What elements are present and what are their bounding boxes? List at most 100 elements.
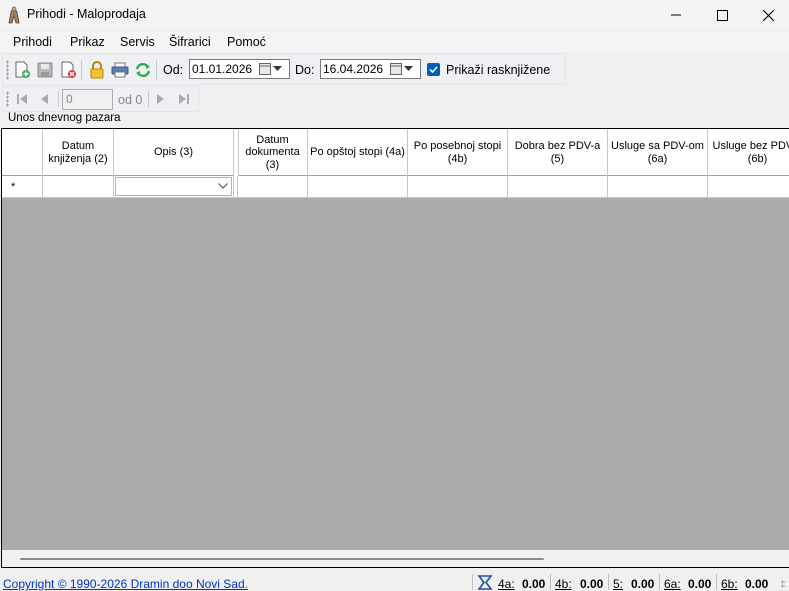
to-date-value: 16.04.2026 [323, 62, 384, 76]
status-separator [550, 574, 551, 590]
cell-posebna-stopa[interactable] [408, 176, 508, 198]
menu-prikaz[interactable]: Prikaz [70, 35, 105, 49]
menu-pomoc[interactable]: Pomoć [227, 35, 266, 49]
chevron-down-icon [218, 183, 228, 189]
next-record-button[interactable] [150, 89, 170, 109]
column-header-usluge-bez-pdv[interactable]: Usluge bez PDV-a (6b) [708, 129, 789, 176]
total-4b-label: 4b: [555, 577, 572, 591]
window-title: Prihodi - Maloprodaja [27, 7, 146, 21]
total-6a-label: 6a: [664, 577, 681, 591]
calendar-icon [390, 63, 402, 75]
refresh-icon [135, 62, 151, 78]
lock-icon [90, 61, 104, 79]
next-record-icon [157, 94, 164, 104]
print-icon [111, 62, 129, 78]
toolbar-grip[interactable] [6, 60, 9, 80]
menu-servis[interactable]: Servis [120, 35, 155, 49]
total-4a-value: 0.00 [522, 577, 546, 591]
to-date-picker[interactable]: 16.04.2026 [320, 59, 421, 79]
app-figure-icon [8, 6, 20, 24]
resize-grip[interactable] [781, 580, 785, 588]
status-separator [716, 574, 717, 590]
new-row[interactable]: * [2, 176, 789, 198]
new-button[interactable] [12, 60, 32, 80]
column-header-posebna-stopa[interactable]: Po posebnoj stopi (4b) [408, 129, 508, 176]
toolbar-separator [156, 60, 157, 80]
chevron-down-icon [273, 66, 282, 71]
new-document-icon [15, 61, 30, 78]
minimize-icon [671, 14, 681, 16]
to-date-label: Do: [295, 63, 315, 77]
delete-button[interactable] [58, 60, 78, 80]
new-row-marker: * [2, 176, 43, 198]
copyright-link[interactable]: Copyright © 1990-2026 Dramin doo Novi Sa… [3, 577, 248, 591]
total-5-value: 0.00 [631, 577, 655, 591]
record-count-label: od 0 [118, 93, 143, 107]
toolbar-separator [148, 91, 149, 107]
data-grid[interactable]: Datum knjiženja (2) Opis (3) Datum dokum… [1, 128, 789, 568]
column-header-opsta-stopa[interactable]: Po opštoj stopi (4a) [308, 129, 408, 176]
toolbar-separator [58, 91, 59, 107]
close-button[interactable] [745, 0, 789, 30]
column-header-datum-dokumenta[interactable]: Datum dokumenta (3) [238, 129, 308, 176]
delete-icon [61, 61, 76, 78]
close-icon [762, 9, 774, 21]
section-title: Unos dnevnog pazara [8, 112, 121, 124]
sigma-icon [477, 575, 493, 590]
scrollbar-thumb[interactable] [20, 558, 544, 560]
from-date-label: Od: [163, 63, 184, 77]
grid-header: Datum knjiženja (2) Opis (3) Datum dokum… [2, 129, 789, 176]
total-5-label: 5: [613, 577, 624, 591]
previous-record-icon [41, 94, 48, 104]
total-6b-label: 6b: [721, 577, 738, 591]
chevron-down-icon [404, 66, 413, 71]
cell-opis[interactable] [114, 176, 234, 198]
refresh-button[interactable] [133, 60, 153, 80]
show-unposted-label[interactable]: Prikaži rasknjižene [446, 63, 550, 77]
horizontal-scrollbar[interactable] [2, 550, 789, 567]
last-record-button[interactable] [174, 89, 194, 109]
column-header-dobra-bez-pdv[interactable]: Dobra bez PDV-a (5) [508, 129, 608, 176]
column-header-opis[interactable]: Opis (3) [114, 129, 234, 176]
opis-combobox[interactable] [115, 177, 232, 196]
from-date-value: 01.01.2026 [192, 62, 253, 76]
total-6a-value: 0.00 [688, 577, 712, 591]
column-header-datum-knjizenja[interactable]: Datum knjiženja (2) [43, 129, 114, 176]
from-date-dropdown[interactable] [259, 62, 287, 76]
maximize-button[interactable] [699, 0, 745, 30]
menu-bar: Prihodi Prikaz Servis Šifrarici Pomoć [0, 32, 789, 52]
main-toolbar: Od: 01.01.2026 Do: 16.04.2026 Prikaži ra… [2, 53, 566, 85]
calendar-icon [259, 63, 271, 75]
record-position-input[interactable]: 0 [62, 89, 113, 110]
total-4a-label: 4a: [498, 577, 515, 591]
from-date-picker[interactable]: 01.01.2026 [189, 59, 290, 79]
to-date-dropdown[interactable] [390, 62, 418, 76]
menu-prihodi[interactable]: Prihodi [13, 35, 52, 49]
column-header-usluge-sa-pdv[interactable]: Usluge sa PDV-om (6a) [608, 129, 708, 176]
last-record-icon [179, 94, 189, 104]
first-record-button[interactable] [12, 89, 32, 109]
lock-button[interactable] [87, 60, 107, 80]
checkmark-icon [429, 66, 438, 74]
minimize-button[interactable] [653, 0, 699, 30]
print-button[interactable] [110, 60, 130, 80]
cell-opsta-stopa[interactable] [308, 176, 408, 198]
cell-dobra-bez-pdv[interactable] [508, 176, 608, 198]
first-record-icon [17, 94, 27, 104]
cell-datum-knjizenja[interactable] [43, 176, 114, 198]
save-icon [37, 62, 53, 78]
previous-record-button[interactable] [35, 89, 55, 109]
total-4b-value: 0.00 [580, 577, 604, 591]
status-separator [608, 574, 609, 590]
maximize-icon [716, 9, 728, 21]
save-button[interactable] [35, 60, 55, 80]
status-separator [659, 574, 660, 590]
status-bar: Copyright © 1990-2026 Dramin doo Novi Sa… [0, 570, 789, 591]
cell-datum-dokumenta[interactable] [238, 176, 308, 198]
menu-sifrarici[interactable]: Šifrarici [169, 35, 211, 49]
toolbar-separator [81, 60, 82, 80]
toolbar-grip[interactable] [6, 91, 9, 107]
show-unposted-checkbox[interactable] [427, 63, 440, 76]
cell-usluge-sa-pdv[interactable] [608, 176, 708, 198]
cell-usluge-bez-pdv[interactable] [708, 176, 789, 198]
